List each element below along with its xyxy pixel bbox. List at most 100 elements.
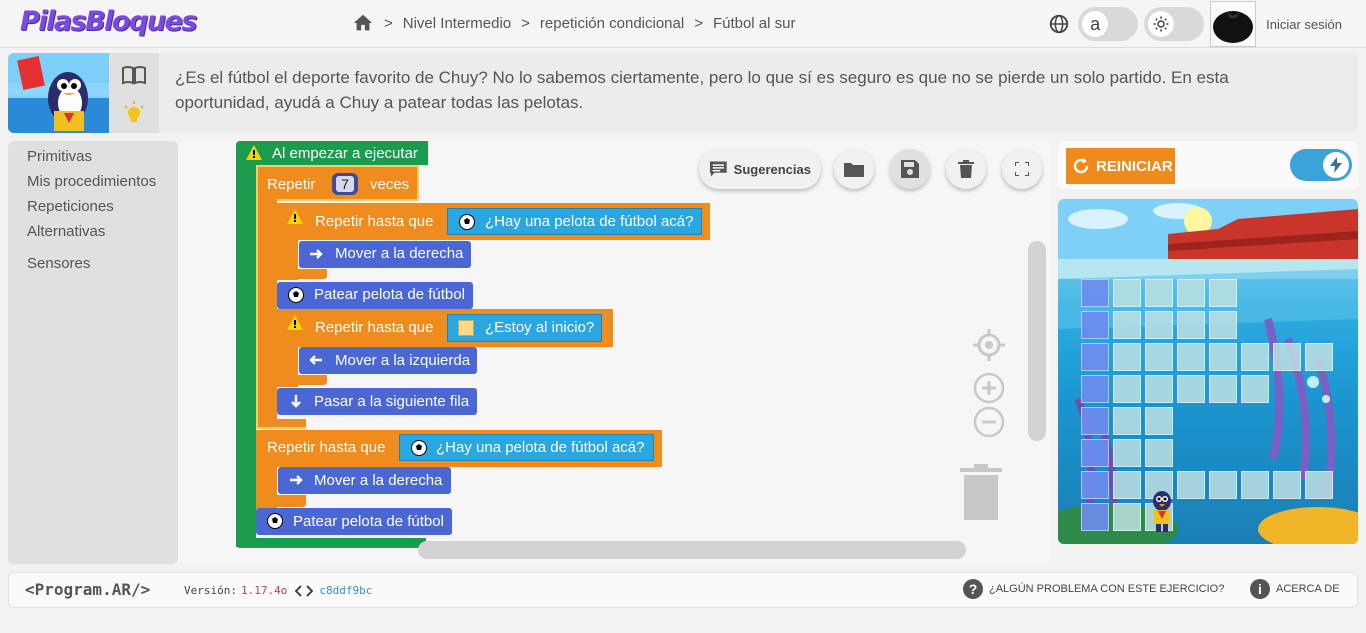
blocks-workspace[interactable]: Al empezar a ejecutar Repetir 7 veces Re… xyxy=(178,141,1051,564)
language-globe-icon[interactable] xyxy=(1048,13,1070,35)
zoom-in-icon[interactable] xyxy=(973,372,1005,404)
grid-cell xyxy=(1177,343,1205,371)
category-procedimientos[interactable]: Mis procedimientos xyxy=(8,172,178,197)
arrow-right-icon xyxy=(290,475,303,485)
grid-cell xyxy=(1209,471,1237,499)
font-toggle-knob: a xyxy=(1082,11,1109,37)
grid-cell xyxy=(1081,279,1109,307)
header-actions: a Iniciar sesión xyxy=(1048,0,1366,48)
repeat-suffix: veces xyxy=(370,176,410,193)
category-repeticiones[interactable]: Repeticiones xyxy=(8,197,178,222)
category-alternativas[interactable]: Alternativas xyxy=(8,222,178,247)
breadcrumb-separator: > xyxy=(694,14,703,32)
grid-cell xyxy=(1241,343,1269,371)
grid-cell xyxy=(1241,471,1269,499)
trash-icon xyxy=(958,160,974,178)
grid-cell xyxy=(1081,407,1109,435)
grid-cell xyxy=(1081,311,1109,339)
trash-can-icon[interactable] xyxy=(960,464,1002,520)
grid-cell xyxy=(1145,311,1173,339)
version-label: Versión: xyxy=(184,584,237,597)
grid-cell xyxy=(1209,343,1237,371)
app-logo[interactable]: PilasBloques xyxy=(20,6,197,37)
turbo-toggle[interactable] xyxy=(1290,149,1352,181)
grid-cell xyxy=(1209,375,1237,403)
grid-cell xyxy=(1305,471,1333,499)
soccer-ball-icon xyxy=(411,440,427,456)
grid-cell xyxy=(1145,375,1173,403)
chat-bubble-icon xyxy=(709,161,727,177)
grid-cell xyxy=(1209,311,1237,339)
user-avatar[interactable] xyxy=(1210,1,1257,47)
move-right-label: Mover a la derecha xyxy=(314,472,443,489)
grid-cell xyxy=(1273,471,1301,499)
reload-icon xyxy=(1073,158,1089,174)
grid-cell xyxy=(1113,279,1141,307)
breadcrumb-challenge: Fútbol al sur xyxy=(712,14,796,32)
code-brackets-icon xyxy=(295,584,314,597)
delete-program-button[interactable] xyxy=(946,149,986,189)
version-info: Versión: 1.17.4o c8ddf9bc xyxy=(184,584,372,597)
workspace-vertical-scrollbar[interactable] xyxy=(1028,241,1046,441)
floppy-disk-icon xyxy=(901,160,919,178)
grid-cell xyxy=(1081,471,1109,499)
grid-cell xyxy=(1113,439,1141,467)
breadcrumb-separator: > xyxy=(521,14,530,32)
grid-cell xyxy=(1081,375,1109,403)
breadcrumb-group[interactable]: repetición condicional xyxy=(540,15,684,32)
about-link[interactable]: i ACERCA DE xyxy=(1250,579,1340,599)
about-label: ACERCA DE xyxy=(1276,583,1340,595)
repeat-until-ball-outer-foot xyxy=(256,495,306,507)
report-problem-link[interactable]: ? ¿ALGÚN PROBLEMA CON ESTE EJERCICIO? xyxy=(963,579,1224,599)
scene-controls: REINICIAR xyxy=(1058,141,1358,189)
game-stage xyxy=(1058,199,1358,544)
workspace-horizontal-scrollbar[interactable] xyxy=(418,541,966,559)
login-link[interactable]: Iniciar sesión xyxy=(1266,17,1342,32)
repeat-times-body xyxy=(256,199,277,429)
reset-label: REINICIAR xyxy=(1096,157,1173,175)
challenge-description: ¿Es el fútbol el deporte favorito de Chu… xyxy=(8,53,1358,133)
grid-cell xyxy=(1209,279,1237,307)
repeat-until-start-foot xyxy=(277,375,327,385)
top-bar: PilasBloques > Nivel Intermedio > repeti… xyxy=(0,0,1366,48)
repeat-until-label: Repetir hasta que xyxy=(267,439,386,456)
arrow-down-icon xyxy=(291,395,301,408)
breadcrumb-level[interactable]: Nivel Intermedio xyxy=(403,15,511,32)
zoom-out-icon[interactable] xyxy=(973,406,1005,438)
theme-toggle[interactable] xyxy=(1144,7,1205,41)
move-left-label: Mover a la izquierda xyxy=(335,352,471,369)
commit-hash[interactable]: c8ddf9bc xyxy=(319,584,372,597)
tomato-avatar-icon xyxy=(1213,11,1254,43)
repeat-until-ball-foot xyxy=(277,269,327,279)
reset-button[interactable]: REINICIAR xyxy=(1066,148,1175,184)
font-toggle[interactable]: a xyxy=(1078,7,1139,41)
warning-icon xyxy=(246,145,262,160)
start-block-foot xyxy=(236,538,426,548)
book-icon[interactable] xyxy=(121,65,147,85)
fullscreen-icon xyxy=(1015,162,1029,176)
programar-logo[interactable]: <Program.AR/> xyxy=(25,580,150,599)
report-problem-label: ¿ALGÚN PROBLEMA CON ESTE EJERCICIO? xyxy=(989,583,1225,595)
grid-cell xyxy=(1113,311,1141,339)
suggestions-button[interactable]: Sugerencias xyxy=(699,149,821,189)
soccer-ball-icon xyxy=(459,214,475,230)
repeat-count-field[interactable]: 7 xyxy=(332,173,358,195)
home-icon[interactable] xyxy=(352,12,374,34)
grid-cell xyxy=(1145,407,1173,435)
lightbulb-icon[interactable] xyxy=(123,101,145,125)
save-button[interactable] xyxy=(890,149,930,189)
grid-cell xyxy=(1081,503,1109,531)
category-sensores[interactable]: Sensores xyxy=(8,254,178,279)
grid-cell xyxy=(1177,471,1205,499)
repeat-until-label: Repetir hasta que xyxy=(315,213,434,230)
fullscreen-button[interactable] xyxy=(1002,149,1042,189)
repeat-times-foot xyxy=(256,419,306,429)
open-file-button[interactable] xyxy=(834,149,874,189)
footer: <Program.AR/> Versión: 1.17.4o c8ddf9bc … xyxy=(8,572,1358,608)
category-primitivas[interactable]: Primitivas xyxy=(8,147,178,172)
grid-cell xyxy=(1081,439,1109,467)
recenter-icon[interactable] xyxy=(973,329,1005,361)
move-right-label: Mover a la derecha xyxy=(335,245,464,262)
info-icon: i xyxy=(1250,579,1270,599)
description-text: ¿Es el fútbol el deporte favorito de Chu… xyxy=(175,68,1229,112)
